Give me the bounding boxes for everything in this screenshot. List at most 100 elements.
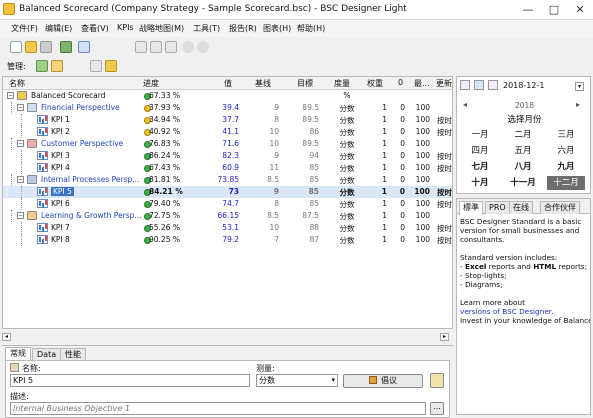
month-12[interactable]: 十二月 xyxy=(547,176,585,190)
col-weight[interactable]: 权重 xyxy=(367,78,383,89)
row-max: 100 xyxy=(415,235,430,244)
name-input[interactable]: KPI 5 xyxy=(10,374,250,387)
table-row[interactable]: KPI 8 90.25 % 79.2 7 87 分数 1 0 100 按时 xyxy=(3,234,452,246)
paste-icon[interactable] xyxy=(165,41,177,53)
month-5[interactable]: 五月 xyxy=(504,144,542,158)
col-name[interactable]: 名称 xyxy=(9,78,25,89)
calendar-day-icon[interactable] xyxy=(460,80,470,90)
menu-strategy-map[interactable]: 战略地图(M) xyxy=(139,23,184,34)
menu-charts[interactable]: 图表(H) xyxy=(263,23,291,34)
move-down-icon[interactable] xyxy=(105,60,117,72)
col-update[interactable]: 更新 xyxy=(436,78,452,89)
calendar-month-icon[interactable] xyxy=(474,80,484,90)
maximize-button[interactable]: □ xyxy=(541,0,567,20)
initiative-button[interactable]: 倡议 xyxy=(343,374,423,388)
expander-toggle[interactable]: − xyxy=(17,212,24,219)
scroll-right-arrow[interactable]: ▸ xyxy=(440,333,449,341)
col-max[interactable]: 最... xyxy=(414,78,430,89)
add-kpi-icon[interactable] xyxy=(36,60,48,72)
month-11[interactable]: 十一月 xyxy=(504,176,542,190)
row-baseline: 8 xyxy=(274,199,279,208)
description-more-button[interactable]: ... xyxy=(430,402,444,415)
cut-icon[interactable] xyxy=(150,41,162,53)
col-target[interactable]: 目標 xyxy=(297,78,313,89)
folder-icon xyxy=(17,91,27,100)
expander-toggle[interactable]: − xyxy=(17,104,24,111)
month-8[interactable]: 八月 xyxy=(504,160,542,174)
calendar-caption: 选择月份 xyxy=(507,115,542,125)
info-line: - Stop-lights; xyxy=(460,271,507,280)
row-update: 按时 xyxy=(437,200,452,209)
edit-icon[interactable] xyxy=(430,373,444,388)
month-6[interactable]: 六月 xyxy=(547,144,585,158)
col-baseline[interactable]: 基线 xyxy=(255,78,271,89)
info-line: Learn more about xyxy=(460,298,525,307)
table-row[interactable]: − Financial Perspective 37.93 % 39.4 9 89.5 分数… xyxy=(3,102,452,114)
measure-select[interactable]: 分数 ▾ xyxy=(256,374,338,387)
expander-toggle[interactable]: − xyxy=(7,92,14,99)
table-row[interactable]: KPI 2 40.92 % 41.1 10 86 分数 1 0 100 按时 xyxy=(3,126,452,138)
table-row[interactable]: − Balanced Scorecard 67.33 %% xyxy=(3,90,452,102)
next-year-arrow[interactable]: ▸ xyxy=(576,100,580,109)
calendar-date[interactable]: 2018-12-1 xyxy=(503,81,544,90)
versions-link[interactable]: versions of BSC Designer xyxy=(460,307,551,316)
description-input[interactable]: Internal Business Objective 1 xyxy=(10,402,426,415)
redo-icon[interactable] xyxy=(197,41,209,53)
tab-online[interactable]: 在线 xyxy=(509,201,533,214)
calendar-dropdown-button[interactable]: ▾ xyxy=(575,82,584,91)
tab-performance[interactable]: 性能 xyxy=(60,348,86,360)
month-2[interactable]: 二月 xyxy=(504,128,542,142)
calendar-year-icon[interactable] xyxy=(488,80,498,90)
month-10[interactable]: 十月 xyxy=(461,176,499,190)
undo-icon[interactable] xyxy=(182,41,194,53)
table-row[interactable]: KPI 6 79.40 % 74.7 8 85 分数 1 0 100 按时 xyxy=(3,198,452,210)
menu-reports[interactable]: 报告(R) xyxy=(229,23,257,34)
kpi-chart-icon xyxy=(37,199,48,208)
row-baseline: 7 xyxy=(274,235,279,244)
expander-toggle[interactable]: − xyxy=(17,176,24,183)
horizontal-scrollbar[interactable]: ◂ ▸ xyxy=(0,331,455,343)
table-row[interactable]: − Customer Perspective 76.83 % 71.6 10 89.5 分数… xyxy=(3,138,452,150)
table-row[interactable]: KPI 4 67.43 % 60.9 11 85 分数 1 0 100 按时 xyxy=(3,162,452,174)
tab-data[interactable]: Data xyxy=(32,348,62,360)
close-button[interactable]: ✕ xyxy=(567,0,593,20)
month-4[interactable]: 四月 xyxy=(461,144,499,158)
col-min[interactable]: 0 xyxy=(398,78,403,87)
export-icon[interactable] xyxy=(60,41,72,53)
expander-toggle[interactable]: − xyxy=(17,140,24,147)
menu-edit[interactable]: 编辑(E) xyxy=(45,23,72,34)
row-value: 71.6 xyxy=(222,139,239,148)
col-value[interactable]: 值 xyxy=(224,78,232,89)
month-9[interactable]: 九月 xyxy=(547,160,585,174)
menu-kpis[interactable]: KPIs xyxy=(117,23,134,32)
table-row[interactable]: KPI 7 55.26 % 53.1 10 88 分数 1 0 100 按时 xyxy=(3,222,452,234)
menu-tools[interactable]: 工具(T) xyxy=(193,23,220,34)
chart-icon[interactable] xyxy=(78,41,90,53)
row-target: 87 xyxy=(309,235,319,244)
add-container-icon[interactable] xyxy=(51,60,63,72)
copy-icon[interactable] xyxy=(135,41,147,53)
new-file-icon[interactable] xyxy=(10,41,22,53)
tab-pro[interactable]: PRO xyxy=(485,201,510,214)
tab-general[interactable]: 常规 xyxy=(5,347,31,360)
month-7[interactable]: 七月 xyxy=(461,160,499,174)
tab-partners[interactable]: 合作伙伴 xyxy=(540,201,580,214)
tab-standard[interactable]: 標準 xyxy=(459,201,483,215)
table-row[interactable]: KPI 3 86.24 % 82.3 9 94 分数 1 0 100 按时 xyxy=(3,150,452,162)
table-row[interactable]: − Learning & Growth Persp... 72.75 % 66.15 8… xyxy=(3,210,452,222)
menu-file[interactable]: 文件(F) xyxy=(11,23,38,34)
open-folder-icon[interactable] xyxy=(25,41,37,53)
month-1[interactable]: 一月 xyxy=(461,128,499,142)
table-row[interactable]: − Internal Processes Persp... 81.81 % 73.85… xyxy=(3,174,452,186)
move-up-icon[interactable] xyxy=(90,60,102,72)
menu-help[interactable]: 帮助(H) xyxy=(297,23,325,34)
menu-view[interactable]: 查看(V) xyxy=(81,23,109,34)
scroll-left-arrow[interactable]: ◂ xyxy=(2,333,11,341)
col-measure[interactable]: 度量 xyxy=(334,78,350,89)
save-icon[interactable] xyxy=(40,41,52,53)
minimize-button[interactable]: — xyxy=(515,0,541,20)
col-progress[interactable]: 进度 xyxy=(143,78,159,89)
table-row[interactable]: KPI 1 34.94 % 37.7 8 89.5 分数 1 0 100 按时 xyxy=(3,114,452,126)
month-3[interactable]: 三月 xyxy=(547,128,585,142)
table-row[interactable]: KPI 5 84.21 % 73 9 85 分数 1 0 100 按时 xyxy=(3,186,452,198)
